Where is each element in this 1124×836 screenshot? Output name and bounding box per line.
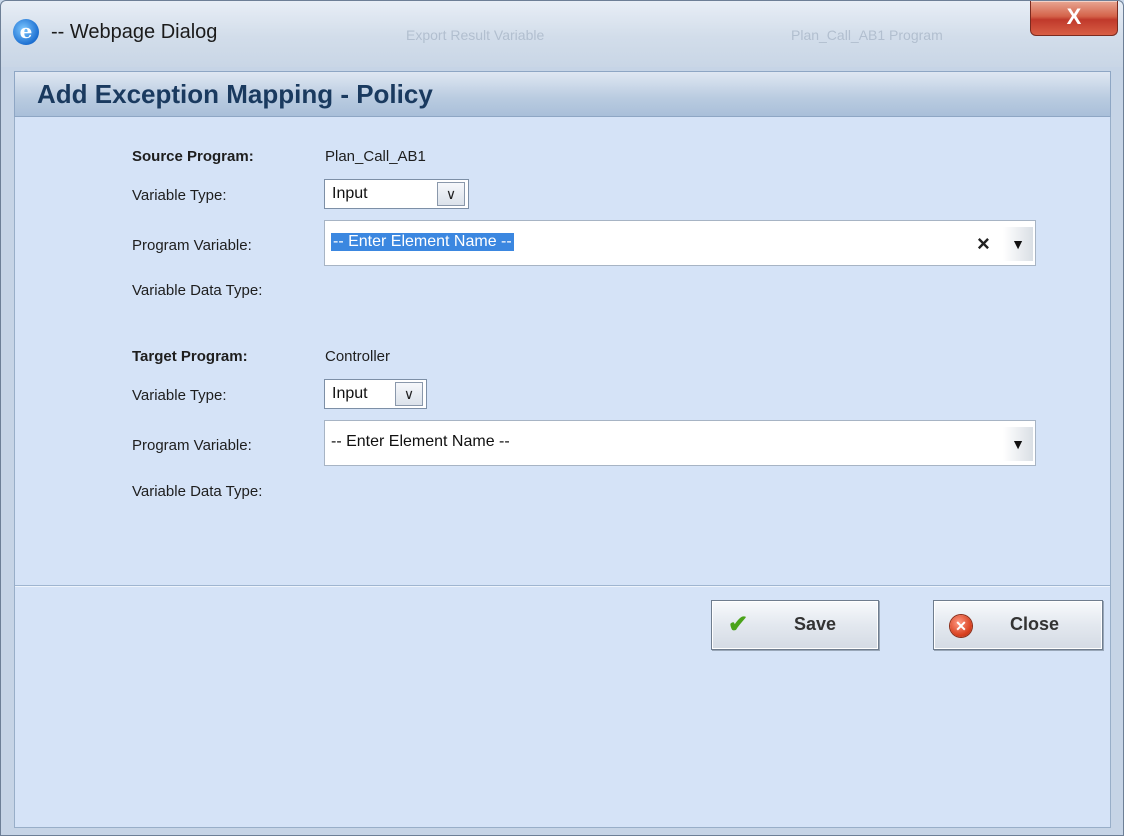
source-program-value: Plan_Call_AB1 — [325, 148, 426, 165]
background-window-title: Plan_Call_AB1 Program — [791, 27, 943, 43]
target-program-value: Controller — [325, 348, 391, 365]
background-window-title: Export Result Variable — [406, 27, 545, 43]
target-variable-type-label: Variable Type: — [132, 387, 227, 404]
source-program-variable-label: Program Variable: — [132, 237, 252, 254]
source-program-variable-combo[interactable]: -- Enter Element Name -- × ▼ — [324, 220, 1036, 266]
check-icon: ✔ — [728, 611, 749, 638]
source-variable-type-value: Input — [332, 185, 368, 202]
source-variable-type-label: Variable Type: — [132, 187, 227, 204]
close-button[interactable]: ✕ Close — [933, 600, 1103, 650]
target-program-variable-input[interactable]: -- Enter Element Name -- — [331, 433, 510, 451]
chevron-down-icon[interactable]: ∨ — [437, 182, 465, 206]
target-variable-data-type-label: Variable Data Type: — [132, 483, 263, 500]
dialog-title: Add Exception Mapping - Policy — [37, 79, 433, 109]
source-program-label: Source Program: — [132, 148, 254, 165]
target-variable-type-value: Input — [332, 385, 368, 402]
target-program-variable-label: Program Variable: — [132, 437, 252, 454]
dialog-content: Source Program: Plan_Call_AB1 Variable T… — [14, 117, 1111, 828]
window-title: -- Webpage Dialog — [51, 21, 218, 43]
source-variable-data-type-label: Variable Data Type: — [132, 282, 263, 299]
dialog-header: Add Exception Mapping - Policy — [14, 71, 1111, 117]
chevron-down-icon[interactable]: ∨ — [395, 382, 423, 406]
dropdown-arrow-icon[interactable]: ▼ — [1003, 427, 1033, 461]
save-button-label: Save — [794, 614, 837, 634]
target-variable-type-select[interactable]: Input ∨ — [324, 379, 427, 409]
clear-icon[interactable]: × — [977, 231, 990, 257]
window-close-button[interactable]: X — [1030, 1, 1118, 36]
x-circle-icon: ✕ — [950, 615, 972, 637]
target-program-variable-combo[interactable]: -- Enter Element Name -- ▼ — [324, 420, 1036, 466]
close-button-label: Close — [1010, 614, 1060, 634]
save-button[interactable]: ✔ Save — [711, 600, 879, 650]
source-program-variable-input[interactable]: -- Enter Element Name -- — [331, 233, 514, 251]
target-program-label: Target Program: — [132, 348, 248, 365]
dialog-window: e -- Webpage Dialog Export Result Variab… — [0, 0, 1124, 836]
dropdown-arrow-icon[interactable]: ▼ — [1003, 227, 1033, 261]
title-bar[interactable]: e -- Webpage Dialog Export Result Variab… — [1, 1, 1123, 67]
ie-icon: e — [13, 19, 39, 45]
divider-highlight — [15, 586, 1110, 587]
source-variable-type-select[interactable]: Input ∨ — [324, 179, 469, 209]
